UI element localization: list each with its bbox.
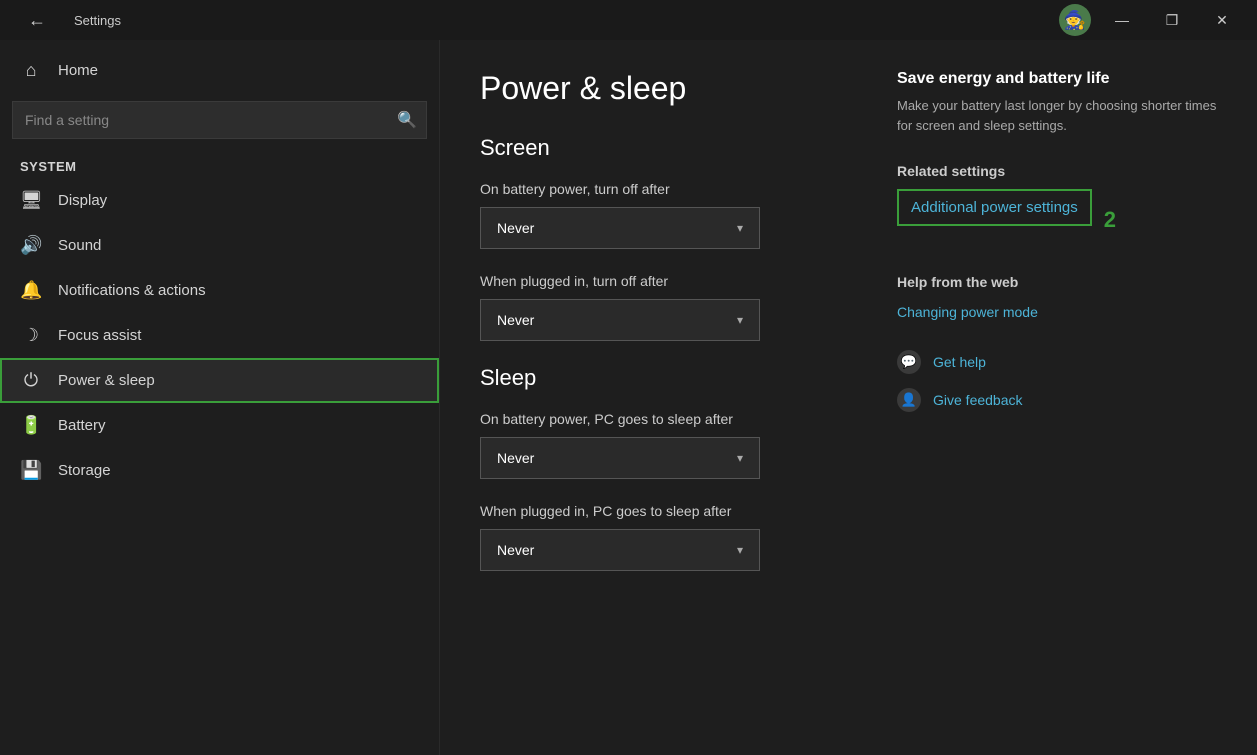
avatar: 🧙 [1059,4,1091,36]
page-title: Power & sleep [480,70,857,107]
give-feedback-link[interactable]: Give feedback [933,392,1023,408]
search-icon-button[interactable]: 🔍 [397,110,417,130]
storage-icon: 💾 [20,460,42,481]
sleep-section: Sleep On battery power, PC goes to sleep… [480,365,857,571]
battery-icon: 🔋 [20,415,42,436]
help-title: Help from the web [897,274,1217,290]
display-icon: 🖥 [20,190,42,211]
get-help-link[interactable]: Get help [933,354,986,370]
screen-plugged-label: When plugged in, turn off after [480,273,857,289]
notifications-icon: 🔔 [20,280,42,301]
sidebar-item-battery-label: Battery [58,417,106,434]
sidebar-item-storage-label: Storage [58,462,111,479]
screen-battery-select[interactable]: Never ▾ [480,207,760,249]
badge-2: 2 [1104,207,1116,233]
sidebar: ⌂ Home 🔍 System 🖥 Display 🔊 Sound 🔔 Noti… [0,40,440,755]
app-title: Settings [74,13,121,28]
sidebar-item-storage[interactable]: 💾 Storage [0,448,439,493]
sidebar-item-display-label: Display [58,192,107,209]
chevron-down-icon-2: ▾ [737,313,743,327]
give-feedback-icon: 👤 [897,388,921,412]
sleep-battery-label: On battery power, PC goes to sleep after [480,411,857,427]
minimize-button[interactable]: — [1099,0,1145,40]
back-icon: ← [28,10,46,31]
sidebar-item-power-label: Power & sleep [58,372,155,389]
give-feedback-item[interactable]: 👤 Give feedback [897,388,1217,412]
main-content: Power & sleep Screen On battery power, t… [440,40,1257,755]
content-right: Save energy and battery life Make your b… [897,70,1217,725]
back-button[interactable]: ← [12,2,62,39]
help-section: Help from the web Changing power mode 💬 … [897,274,1217,412]
home-icon: ⌂ [20,60,42,81]
screen-plugged-value: Never [497,312,534,328]
get-help-item[interactable]: 💬 Get help [897,350,1217,374]
screen-battery-label: On battery power, turn off after [480,181,857,197]
sleep-battery-select[interactable]: Never ▾ [480,437,760,479]
sidebar-item-focus-label: Focus assist [58,327,141,344]
sidebar-item-sound-label: Sound [58,237,101,254]
search-box: 🔍 [12,101,427,139]
window-controls: — ❐ ✕ [1099,0,1245,40]
get-help-icon: 💬 [897,350,921,374]
energy-desc: Make your battery last longer by choosin… [897,96,1217,135]
chevron-down-icon: ▾ [737,221,743,235]
sleep-plugged-value: Never [497,542,534,558]
related-settings-label: Related settings [897,163,1217,179]
search-input[interactable] [12,101,427,139]
focus-icon: ☽ [20,325,42,346]
sleep-section-title: Sleep [480,365,857,391]
sleep-plugged-label: When plugged in, PC goes to sleep after [480,503,857,519]
sidebar-item-battery[interactable]: 🔋 Battery [0,403,439,448]
chevron-down-icon-3: ▾ [737,451,743,465]
content-left: Power & sleep Screen On battery power, t… [480,70,857,725]
sleep-battery-value: Never [497,450,534,466]
sidebar-item-home[interactable]: ⌂ Home [0,48,439,93]
sidebar-item-sound[interactable]: 🔊 Sound [0,223,439,268]
system-label: System [0,151,439,178]
sidebar-item-power[interactable]: ⏻ Power & sleep [0,358,439,403]
title-bar-left: ← Settings [12,2,121,39]
sidebar-item-home-label: Home [58,62,98,79]
screen-battery-value: Never [497,220,534,236]
changing-power-mode-link[interactable]: Changing power mode [897,304,1038,320]
sidebar-item-notifications[interactable]: 🔔 Notifications & actions [0,268,439,313]
chevron-down-icon-4: ▾ [737,543,743,557]
screen-section-title: Screen [480,135,857,161]
power-icon: ⏻ [20,370,42,391]
sidebar-item-display[interactable]: 🖥 Display [0,178,439,223]
screen-plugged-select[interactable]: Never ▾ [480,299,760,341]
energy-heading: Save energy and battery life [897,70,1217,88]
sidebar-item-focus[interactable]: ☽ Focus assist [0,313,439,358]
sleep-plugged-select[interactable]: Never ▾ [480,529,760,571]
changing-power-link-item[interactable]: Changing power mode [897,304,1217,336]
close-button[interactable]: ✕ [1199,0,1245,40]
app-body: ⌂ Home 🔍 System 🖥 Display 🔊 Sound 🔔 Noti… [0,40,1257,755]
sound-icon: 🔊 [20,235,42,256]
sidebar-item-notifications-label: Notifications & actions [58,282,206,299]
additional-power-settings-link[interactable]: Additional power settings [897,189,1092,226]
maximize-button[interactable]: ❐ [1149,0,1195,40]
title-bar: ← Settings 🧙 — ❐ ✕ [0,0,1257,40]
